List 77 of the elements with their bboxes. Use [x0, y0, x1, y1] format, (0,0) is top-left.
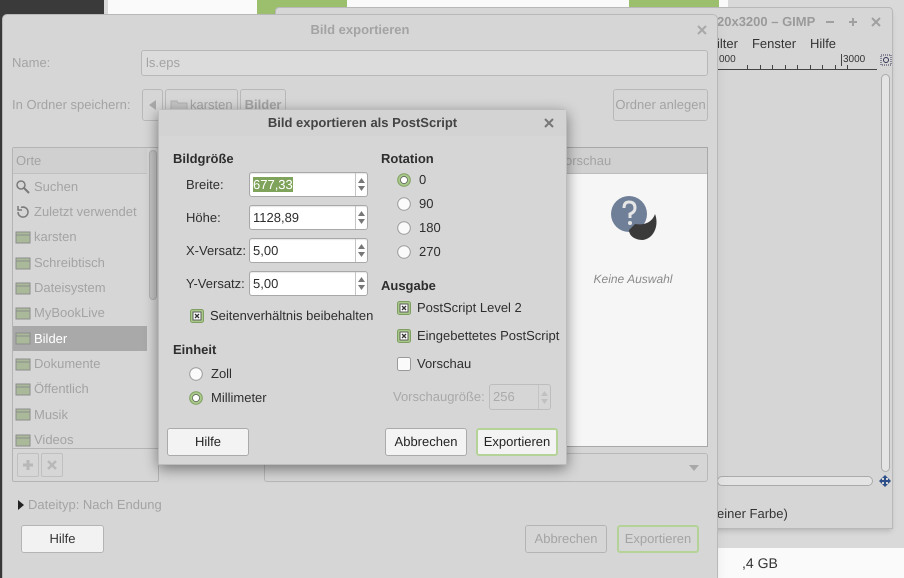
spin-field[interactable]: 5,00 — [249, 238, 368, 263]
left-arrow-icon — [148, 100, 156, 110]
button[interactable]: Exportieren — [476, 428, 558, 456]
radio-button[interactable] — [189, 367, 203, 381]
folder-icon — [15, 356, 31, 372]
checkbox[interactable] — [397, 301, 411, 315]
section-heading: Ausgabe — [381, 277, 437, 294]
folder-icon — [15, 381, 31, 398]
close-icon — [47, 460, 57, 470]
plus-icon — [23, 460, 33, 470]
radio-label[interactable]: 180 — [419, 218, 441, 238]
field-label: Breite: — [186, 176, 225, 194]
maximize-icon[interactable] — [848, 17, 858, 27]
spin-field[interactable]: 1128,89 — [249, 205, 368, 230]
field-label: Y-Versatz: — [186, 274, 246, 293]
ruler-label: 000 — [719, 54, 736, 66]
radio-label[interactable]: 270 — [419, 242, 441, 262]
radio-label[interactable]: 90 — [419, 194, 434, 214]
status-text: einer Farbe) — [717, 505, 789, 523]
radio-button[interactable] — [397, 173, 411, 187]
vertical-scrollbar[interactable] — [881, 74, 890, 472]
zoom-icon[interactable] — [880, 54, 892, 66]
field-label: X-Versatz: — [186, 242, 247, 260]
checkbox[interactable] — [397, 357, 411, 371]
button[interactable]: Hilfe — [21, 525, 104, 553]
close-icon[interactable] — [697, 25, 707, 35]
caret-icon — [689, 464, 699, 470]
folder-icon — [15, 330, 31, 346]
close-icon[interactable] — [544, 118, 554, 128]
checkbox-label[interactable]: PostScript Level 2 — [417, 298, 522, 318]
menu-item[interactable]: Fenster — [752, 34, 796, 54]
up-arrow-icon[interactable] — [358, 211, 365, 216]
field-label: Höhe: — [186, 208, 222, 227]
down-arrow-icon[interactable] — [358, 252, 365, 257]
menu-item[interactable]: Hilfe — [810, 34, 836, 54]
empty-message: Keine Auswahl — [592, 271, 674, 288]
status-text: ,4 GB — [742, 554, 778, 572]
folder-icon — [15, 254, 31, 271]
section-heading: Rotation — [381, 150, 435, 167]
radio-button[interactable] — [397, 221, 411, 235]
folder-icon — [15, 305, 31, 322]
section-heading: Einheit — [173, 341, 218, 358]
section-heading: Bildgröße — [173, 150, 235, 167]
radio-button[interactable] — [397, 245, 411, 259]
folder-icon — [15, 406, 31, 422]
checkbox[interactable] — [190, 309, 204, 323]
spin-field[interactable]: 5,00 — [249, 271, 368, 296]
folder-icon — [15, 432, 31, 448]
checkbox-label[interactable]: Vorschau — [417, 354, 472, 374]
button[interactable]: Abbrechen — [385, 428, 467, 456]
close-icon[interactable] — [871, 17, 882, 27]
up-arrow-icon[interactable] — [358, 277, 365, 282]
up-arrow-icon[interactable] — [358, 244, 365, 249]
radio-button[interactable] — [397, 197, 411, 211]
folder-icon — [15, 229, 31, 246]
clock-arrow-icon — [15, 204, 31, 220]
checkbox-label[interactable]: Seitenverhältnis beibehalten — [210, 306, 374, 326]
scrollbar[interactable] — [149, 150, 157, 300]
folder-icon — [15, 280, 31, 296]
menu-item[interactable]: ilter — [717, 34, 738, 54]
checkbox[interactable] — [397, 329, 411, 343]
expander-arrow-icon — [18, 500, 24, 510]
window-title: 20x3200 – GIMP — [717, 13, 816, 32]
down-arrow-icon[interactable] — [358, 219, 365, 224]
radio-label[interactable]: Millimeter — [211, 388, 267, 408]
radio-label[interactable]: 0 — [419, 170, 426, 190]
up-arrow-icon[interactable] — [358, 178, 365, 183]
button[interactable]: Hilfe — [167, 428, 249, 456]
horizontal-scrollbar[interactable] — [717, 476, 873, 486]
down-arrow-icon[interactable] — [358, 186, 365, 191]
down-arrow-icon[interactable] — [358, 285, 365, 290]
move-icon[interactable] — [878, 474, 892, 488]
checkbox-label[interactable]: Eingebettetes PostScript — [417, 326, 560, 346]
search-icon — [15, 178, 31, 195]
radio-button[interactable] — [189, 391, 203, 405]
radio-label[interactable]: Zoll — [211, 364, 232, 384]
text-selection: 677,33 — [253, 176, 293, 192]
